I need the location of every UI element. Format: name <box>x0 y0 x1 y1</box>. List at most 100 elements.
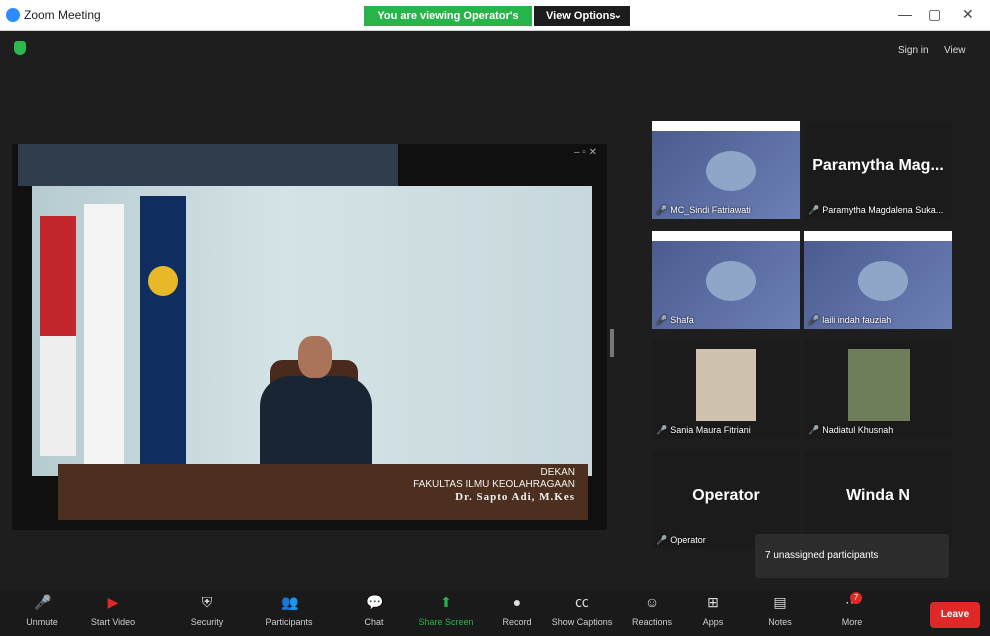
muted-mic-icon: 🎤 <box>808 205 820 215</box>
chat-bubble-icon: 💬 <box>366 594 384 610</box>
participant-tile[interactable]: 🎤 Sania Maura Fitriani <box>652 341 800 439</box>
participants-button[interactable]: 👥 Participants <box>262 590 316 636</box>
show-captions-button[interactable]: ㏄ Show Captions <box>550 590 614 636</box>
main-shared-video[interactable]: – ▫ ✕ DEKAN FAKULTAS ILMU KEOLAHRAGAAN D… <box>12 144 607 530</box>
security-label: Security <box>190 617 224 627</box>
popup-text: 7 unassigned participants <box>765 550 879 561</box>
start-video-label: Start Video <box>90 617 136 627</box>
participant-name-text: MC_Sindi Fatriawati <box>670 205 751 215</box>
apps-icon: ⊞ <box>707 594 719 610</box>
muted-mic-icon: 🎤 <box>656 425 668 435</box>
window-title: Zoom Meeting <box>24 8 101 22</box>
participants-label: Participants <box>265 617 313 627</box>
notes-label: Notes <box>768 617 792 627</box>
participant-display-name: Winda N <box>846 487 910 504</box>
apps-label: Apps <box>702 617 724 627</box>
title-bar: Zoom Meeting You are viewing Operator's … <box>0 0 990 42</box>
speaker-figure <box>260 376 372 466</box>
view-options-button[interactable]: View Options ⌄ <box>534 6 630 26</box>
view-options-label: View Options <box>546 10 616 22</box>
record-label: Record <box>502 617 532 627</box>
caption-title: DEKAN <box>540 467 575 478</box>
speaker-head <box>298 336 332 378</box>
captions-icon: ㏄ <box>575 594 589 610</box>
share-screen-icon: ⬆ <box>440 594 452 610</box>
participants-icon: 👥 <box>281 594 299 610</box>
chat-button[interactable]: 💬 Chat <box>362 590 386 636</box>
security-shield-icon[interactable] <box>14 41 26 55</box>
shield-icon: ⛨ <box>201 594 213 610</box>
participant-name: 🎤 laili indah fauziah <box>808 315 891 326</box>
participant-name: 🎤 Paramytha Magdalena Suka... <box>808 205 943 216</box>
emblem-icon <box>148 266 178 296</box>
video-off-icon: ▶ <box>107 594 119 610</box>
muted-mic-icon: 🎤 <box>808 425 820 435</box>
participant-display-name: Paramytha Mag... <box>812 157 944 174</box>
participant-name-text: Operator <box>670 535 706 545</box>
participant-video <box>696 349 756 421</box>
participant-display-name: Operator <box>692 487 760 504</box>
sign-in-link[interactable]: Sign in <box>898 45 929 56</box>
screen-share-banner: You are viewing Operator's screen <box>364 6 532 42</box>
university-flag <box>140 196 186 466</box>
caption-name: Dr. Sapto Adi, M.Kes <box>455 491 575 503</box>
unassigned-participants-popup[interactable]: 7 unassigned participants <box>755 534 949 578</box>
share-screen-button[interactable]: ⬆ Share Screen <box>418 590 474 636</box>
white-flag <box>84 204 124 466</box>
unmute-button[interactable]: 🎤 Unmute <box>20 590 64 636</box>
reactions-icon: ☺ <box>644 594 660 610</box>
notification-badge: 7 <box>850 592 862 604</box>
leave-button[interactable]: Leave <box>930 602 980 628</box>
participant-tile[interactable]: 🎤 MC_Sindi Fatriawati <box>652 121 800 219</box>
participant-name: 🎤 Sania Maura Fitriani <box>656 425 751 436</box>
more-button[interactable]: ⋯ 7 More <box>838 590 866 636</box>
participant-name: 🎤 MC_Sindi Fatriawati <box>656 205 751 216</box>
apps-button[interactable]: ⊞ Apps <box>700 590 726 636</box>
video-window-controls: – ▫ ✕ <box>573 147 597 158</box>
panel-resize-handle[interactable] <box>610 329 614 357</box>
start-video-button[interactable]: ▶ Start Video <box>84 590 142 636</box>
participant-tile[interactable]: 🎤 Shafa <box>652 231 800 329</box>
participant-name: 🎤 Operator <box>656 535 706 546</box>
notes-button[interactable]: ▤ Notes <box>766 590 794 636</box>
participant-tile[interactable]: 🎤 Nadiatul Khusnah <box>804 341 952 439</box>
participant-video <box>848 349 910 421</box>
close-button[interactable]: ✕ <box>962 6 974 23</box>
muted-mic-icon: 🎤 <box>656 535 668 545</box>
leave-label: Leave <box>940 609 970 620</box>
notes-icon: ▤ <box>773 594 787 610</box>
record-icon: ● <box>512 594 522 610</box>
video-header-bar <box>18 144 398 186</box>
view-button[interactable]: View <box>944 45 966 56</box>
participant-name-text: laili indah fauziah <box>822 315 892 325</box>
record-button[interactable]: ● Record <box>500 590 534 636</box>
share-screen-label: Share Screen <box>418 617 474 627</box>
more-label: More <box>841 617 863 627</box>
zoom-logo-icon <box>6 8 20 22</box>
unmute-label: Unmute <box>26 617 58 627</box>
meeting-area: Sign in View – ▫ ✕ DEKAN FAKULTAS ILMU K… <box>0 31 990 591</box>
reactions-button[interactable]: ☺ Reactions <box>630 590 674 636</box>
chevron-down-icon: ⌄ <box>613 10 622 21</box>
meeting-toolbar: 🎤 Unmute ▶ Start Video ⛨ Security 👥 Part… <box>0 590 990 636</box>
security-button[interactable]: ⛨ Security <box>186 590 228 636</box>
participant-name: 🎤 Nadiatul Khusnah <box>808 425 893 436</box>
participant-tile[interactable]: 🎤 laili indah fauziah <box>804 231 952 329</box>
muted-mic-icon: 🎤 <box>656 205 668 215</box>
muted-mic-icon: 🎤 <box>808 315 820 325</box>
caption-faculty: FAKULTAS ILMU KEOLAHRAGAAN <box>413 479 575 490</box>
chat-label: Chat <box>364 617 384 627</box>
muted-mic-icon: 🎤 <box>656 315 668 325</box>
participant-tile[interactable]: Paramytha Mag... 🎤 Paramytha Magdalena Su… <box>804 121 952 219</box>
participant-name-text: Paramytha Magdalena Suka... <box>822 205 944 215</box>
indonesian-flag <box>40 216 76 456</box>
participant-name-text: Sania Maura Fitriani <box>670 425 751 435</box>
minimize-button[interactable]: — <box>898 6 912 22</box>
participant-name-text: Nadiatul Khusnah <box>822 425 894 435</box>
show-captions-label: Show Captions <box>551 617 613 627</box>
speaker-caption: DEKAN FAKULTAS ILMU KEOLAHRAGAAN Dr. Sap… <box>413 467 575 503</box>
microphone-muted-icon: 🎤 <box>34 594 52 610</box>
reactions-label: Reactions <box>631 617 673 627</box>
restore-button[interactable]: ▢ <box>928 6 941 23</box>
participant-name-text: Shafa <box>670 315 694 325</box>
